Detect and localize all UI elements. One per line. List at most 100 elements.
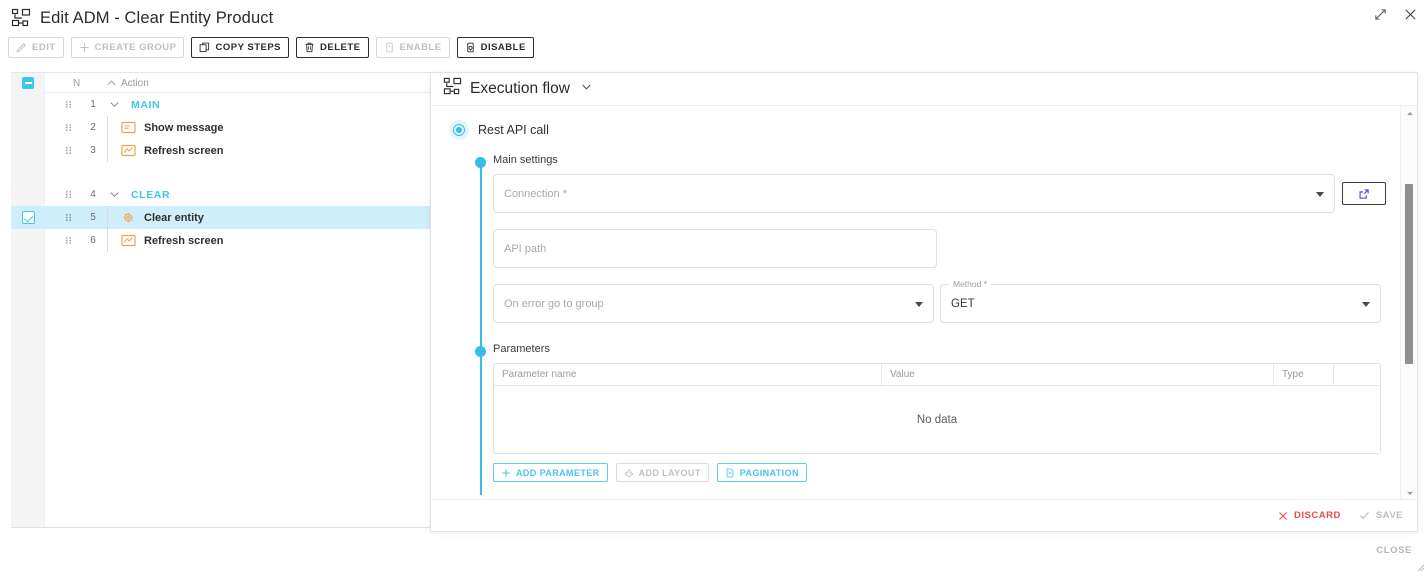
- resize-grip-icon[interactable]: [1416, 559, 1425, 571]
- plus-icon: [80, 42, 89, 52]
- parameters-section: Parameters Parameter name Value Type No …: [431, 343, 1399, 495]
- api-path-placeholder: API path: [504, 242, 547, 255]
- refresh-screen-icon: [121, 144, 136, 157]
- flow-diagram-icon: [443, 77, 462, 101]
- drag-handle-icon[interactable]: [65, 139, 72, 162]
- drag-handle-icon[interactable]: [65, 206, 72, 229]
- action-label: Clear entity: [144, 211, 204, 224]
- row-number: 3: [90, 145, 96, 156]
- tree-connector: [107, 139, 108, 162]
- save-button[interactable]: SAVE: [1359, 510, 1403, 521]
- parameters-table: Parameter name Value Type No data: [493, 363, 1381, 454]
- window-titlebar: Edit ADM - Clear Entity Product: [0, 0, 1428, 36]
- column-header-type: Type: [1274, 364, 1334, 385]
- rest-api-call-label: Rest API call: [478, 123, 549, 137]
- column-header-value: Value: [882, 364, 1274, 385]
- connection-select[interactable]: Connection *: [493, 174, 1335, 213]
- pagination-button[interactable]: PAGINATION: [716, 463, 807, 482]
- chevron-down-icon[interactable]: [107, 188, 121, 202]
- method-select[interactable]: Method * GET: [940, 279, 1381, 323]
- chevron-down-icon[interactable]: [580, 80, 593, 98]
- chevron-down-icon: [915, 301, 923, 307]
- drag-handle-icon[interactable]: [65, 183, 72, 206]
- discard-button[interactable]: DISCARD: [1278, 510, 1341, 521]
- page-title: Edit ADM - Clear Entity Product: [40, 8, 274, 27]
- restore-down-icon[interactable]: [1370, 4, 1390, 24]
- document-icon: [726, 468, 734, 477]
- connection-row: Connection *: [493, 174, 1399, 213]
- disable-button[interactable]: DISABLE: [456, 36, 534, 58]
- close-link[interactable]: CLOSE: [1376, 545, 1412, 556]
- dialog-header: Execution flow: [431, 73, 1417, 106]
- scroll-down-arrow-icon[interactable]: [1401, 486, 1417, 500]
- close-icon[interactable]: [1400, 4, 1420, 24]
- parameters-table-header: Parameter name Value Type: [494, 364, 1380, 386]
- radio-selected-icon: [453, 124, 465, 136]
- select-all-checkbox[interactable]: [22, 77, 34, 89]
- action-label: Refresh screen: [144, 234, 224, 247]
- actions-toolbar: EDIT CREATE GROUP COPY STEPS DELETE ENAB…: [8, 36, 534, 58]
- enable-icon: [385, 42, 393, 52]
- row-checkbox-cell: [11, 206, 45, 229]
- clear-entity-icon: [121, 211, 136, 224]
- copy-steps-button[interactable]: COPY STEPS: [191, 36, 290, 58]
- create-group-button-label: CREATE GROUP: [94, 41, 177, 53]
- scrollbar-thumb[interactable]: [1405, 184, 1413, 364]
- connection-placeholder: Connection *: [504, 187, 567, 200]
- error-method-row: On error go to group Method * GET: [493, 279, 1399, 323]
- add-parameter-label: ADD PARAMETER: [516, 467, 600, 478]
- layout-icon: [624, 468, 633, 477]
- row-checkbox-cell: [11, 93, 45, 116]
- row-content: Show message: [107, 116, 223, 139]
- row-checkbox-cell: [11, 229, 45, 252]
- chevron-down-icon: [1362, 301, 1370, 307]
- delete-button[interactable]: DELETE: [296, 36, 369, 58]
- add-parameter-button[interactable]: ADD PARAMETER: [493, 463, 608, 482]
- method-value: GET: [951, 297, 975, 310]
- add-layout-label: ADD LAYOUT: [638, 467, 701, 478]
- tree-connector: [107, 206, 108, 229]
- row-number: 1: [90, 99, 96, 110]
- column-header-n: N: [73, 77, 81, 89]
- edit-adm-window: Edit ADM - Clear Entity Product EDIT CRE…: [0, 0, 1428, 571]
- copy-icon: [200, 42, 210, 52]
- drag-handle-icon[interactable]: [65, 93, 72, 116]
- add-layout-button[interactable]: ADD LAYOUT: [615, 463, 709, 482]
- execution-flow-dialog: Execution flow Rest API call Main settin…: [430, 72, 1418, 532]
- parameters-empty-state: No data: [916, 413, 958, 426]
- drag-handle-icon[interactable]: [65, 116, 72, 139]
- edit-button[interactable]: EDIT: [8, 36, 64, 58]
- dialog-scrollbar[interactable]: [1400, 106, 1417, 500]
- on-error-placeholder: On error go to group: [504, 297, 604, 310]
- chevron-down-icon[interactable]: [107, 98, 121, 112]
- row-content: Clear entity: [107, 206, 204, 229]
- row-content: CLEAR: [107, 183, 170, 206]
- drag-handle-icon[interactable]: [65, 229, 72, 252]
- dialog-footer: DISCARD SAVE: [431, 499, 1417, 531]
- api-path-input[interactable]: API path: [493, 229, 937, 268]
- edit-button-label: EDIT: [32, 41, 56, 53]
- action-label: Show message: [144, 121, 224, 134]
- rest-api-call-radio[interactable]: [449, 120, 469, 140]
- save-label: SAVE: [1375, 510, 1403, 521]
- row-checkbox[interactable]: [21, 211, 35, 224]
- method-label: Method *: [949, 279, 992, 289]
- scroll-up-arrow-icon[interactable]: [1401, 106, 1417, 120]
- select-all-cell: [11, 73, 45, 93]
- on-error-group-select[interactable]: On error go to group: [493, 284, 934, 323]
- column-header-action-label: Action: [121, 77, 149, 89]
- column-header-action[interactable]: Action: [107, 73, 149, 93]
- plus-icon: [502, 468, 510, 477]
- parameter-action-buttons: ADD PARAMETER ADD LAYOUT PAGINATION: [493, 463, 1399, 482]
- column-header-actions: [1334, 364, 1380, 385]
- enable-button[interactable]: ENABLE: [375, 36, 450, 58]
- section-connector-line: [479, 355, 482, 495]
- open-connection-button[interactable]: [1342, 182, 1386, 205]
- pagination-label: PAGINATION: [739, 467, 799, 478]
- section-connector-line: [479, 166, 482, 352]
- check-icon: [1359, 511, 1369, 520]
- create-group-button[interactable]: CREATE GROUP: [70, 36, 185, 58]
- disable-button-label: DISABLE: [480, 41, 526, 53]
- row-checkbox-cell: [11, 183, 45, 206]
- delete-button-label: DELETE: [320, 41, 361, 53]
